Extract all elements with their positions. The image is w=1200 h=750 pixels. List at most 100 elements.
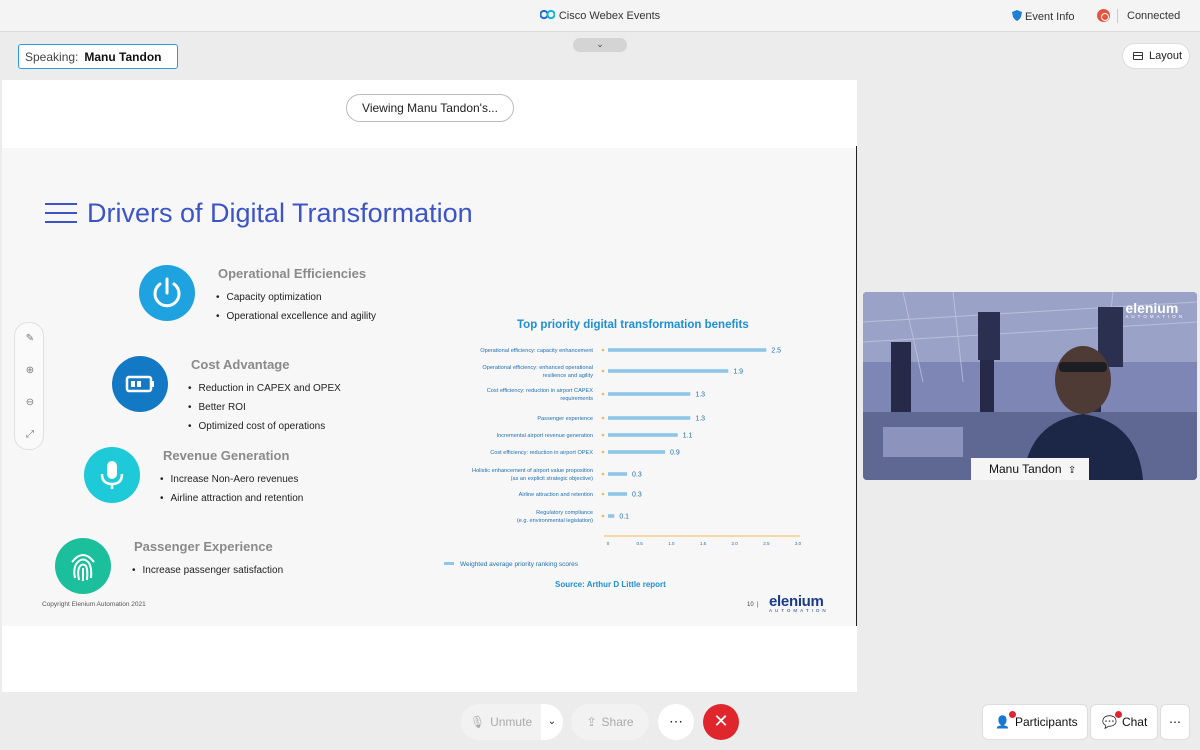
unmute-button[interactable]: 🎙 Unmute <box>461 704 541 740</box>
bullet-item: Reduction in CAPEX and OPEX <box>188 383 341 402</box>
share-icon: ⇪ <box>586 715 597 729</box>
participants-label: Participants <box>1014 715 1078 729</box>
event-info-button[interactable]: Event Info <box>1012 10 1075 23</box>
zoom-out-icon[interactable]: ⊖ <box>24 397 36 409</box>
copyright-text: Copyright Elenium Automation 2021 <box>42 601 146 608</box>
recording-icon[interactable] <box>1097 9 1110 22</box>
bar <box>608 433 678 437</box>
share-divider <box>856 146 857 626</box>
bar <box>608 514 615 518</box>
share-label: Share <box>601 715 634 729</box>
viewing-menu-button[interactable]: Viewing Manu Tandon's... <box>346 94 514 122</box>
chat-button[interactable]: 💬 Chat <box>1090 704 1158 740</box>
category-dot <box>601 392 605 396</box>
slide: Drivers of Digital Transformation Operat… <box>2 148 857 626</box>
end-call-button[interactable]: ✕ <box>703 704 739 740</box>
unmute-button-group: 🎙 Unmute ⌄ <box>461 704 563 740</box>
category-label: Operational efficiency: enhanced operati… <box>482 365 593 371</box>
power-icon <box>139 265 195 321</box>
driver-heading: Revenue Generation <box>163 448 290 463</box>
layout-button[interactable]: Layout <box>1122 43 1190 69</box>
x-tick-label: 2.0 <box>732 541 739 546</box>
video-feed <box>863 292 1197 480</box>
driver-bullets: Capacity optimization Operational excell… <box>216 292 377 330</box>
more-panels-button[interactable]: ⋯ <box>1160 704 1190 740</box>
category-dot <box>601 416 605 420</box>
category-dot <box>601 472 605 476</box>
category-label: resilience and agility <box>543 373 594 379</box>
category-label: Cost efficiency: reduction in airport OP… <box>490 450 593 456</box>
x-tick-label: 1.5 <box>700 541 707 546</box>
category-label: Operational efficiency: capacity enhance… <box>480 348 593 354</box>
x-tick-label: 0 <box>607 541 610 546</box>
category-label: requirements <box>560 396 593 402</box>
driver-bullets: Increase passenger satisfaction <box>132 565 284 584</box>
share-button[interactable]: ⇪ Share <box>571 704 649 740</box>
value-label: 0.3 <box>632 492 642 499</box>
connection-status: Connected <box>1127 10 1181 22</box>
bar-chart: Operational efficiency: capacity enhance… <box>472 348 802 547</box>
bullet-item: Optimized cost of operations <box>188 421 341 440</box>
x-tick-label: 3.0 <box>795 541 802 546</box>
bar <box>608 416 691 420</box>
category-label: Incremental airport revenue generation <box>497 433 593 439</box>
category-dot <box>601 348 605 352</box>
chart-title: Top priority digital transformation bene… <box>517 319 749 331</box>
bar <box>608 472 627 476</box>
value-label: 1.3 <box>695 416 705 423</box>
event-info-label: Event Info <box>1025 11 1075 23</box>
page-number: 10 | <box>747 602 759 608</box>
category-dot <box>601 369 605 373</box>
category-dot <box>601 433 605 437</box>
driver-bullets: Reduction in CAPEX and OPEX Better ROI O… <box>188 383 341 440</box>
category-dot <box>601 514 605 518</box>
share-indicator-icon: ⇪ <box>1067 465 1077 476</box>
bullet-item: Capacity optimization <box>216 292 376 311</box>
category-dot <box>601 450 605 454</box>
category-label: Airline attraction and retention <box>519 492 593 498</box>
bullet-item: Increase passenger satisfaction <box>132 565 284 584</box>
zoom-toolbar: ✎ ⊕ ⊖ ⤢ <box>14 322 44 450</box>
more-icon: ⋯ <box>1169 715 1181 729</box>
battery-icon <box>112 356 168 412</box>
bullet-item: Operational excellence and agility <box>216 311 377 330</box>
driver-heading: Passenger Experience <box>134 539 273 554</box>
slide-title: Drivers of Digital Transformation <box>87 198 473 228</box>
annotate-icon[interactable]: ✎ <box>24 333 36 345</box>
collapse-toggle-button[interactable]: ⌄ <box>573 38 627 52</box>
legend-label: Weighted average priority ranking scores <box>460 561 579 568</box>
unmute-label: Unmute <box>490 715 533 729</box>
layout-label: Layout <box>1149 50 1183 62</box>
category-label: Regulatory compliance <box>536 510 593 516</box>
video-tile[interactable]: elenium AUTOMATION Manu Tandon ⇪ <box>863 292 1197 480</box>
bullet-item: Increase Non-Aero revenues <box>160 474 303 493</box>
fingerprint-icon <box>55 538 111 594</box>
category-label: (as an explicit strategic objective) <box>511 476 594 482</box>
speaking-label: Speaking: <box>25 50 79 64</box>
zoom-in-icon[interactable]: ⊕ <box>24 365 36 377</box>
bar <box>608 369 729 373</box>
video-brand-overlay: elenium AUTOMATION <box>1125 300 1185 319</box>
webex-logo-icon <box>539 9 555 20</box>
more-icon: ⋯ <box>669 713 683 729</box>
brand-logo: elenium AUTOMATION <box>769 593 829 613</box>
participants-button[interactable]: 👤 Participants <box>982 704 1088 740</box>
legend-swatch <box>444 562 454 565</box>
driver-heading: Operational Efficiencies <box>218 266 367 281</box>
driver-bullets: Increase Non-Aero revenues Airline attra… <box>160 474 304 512</box>
value-label: 2.5 <box>771 348 781 355</box>
category-label: (e.g. environmental legislation) <box>517 518 593 524</box>
notification-badge <box>1009 711 1016 718</box>
title-bar: Cisco Webex Events Event Info Connected <box>0 0 1200 32</box>
fit-screen-icon[interactable]: ⤢ <box>24 429 36 441</box>
chat-label: Chat <box>1121 715 1148 729</box>
chevron-down-icon[interactable]: ⌄ <box>541 704 563 740</box>
app-title-text: Cisco Webex Events <box>558 10 661 22</box>
participant-name: Manu Tandon <box>989 462 1062 476</box>
more-options-button[interactable]: ⋯ <box>658 704 694 740</box>
bullet-item: Airline attraction and retention <box>160 493 304 512</box>
participants-icon: 👤 <box>995 715 1010 729</box>
value-label: 0.3 <box>632 472 642 479</box>
bullet-item: Better ROI <box>188 402 341 421</box>
divider <box>1117 9 1118 23</box>
